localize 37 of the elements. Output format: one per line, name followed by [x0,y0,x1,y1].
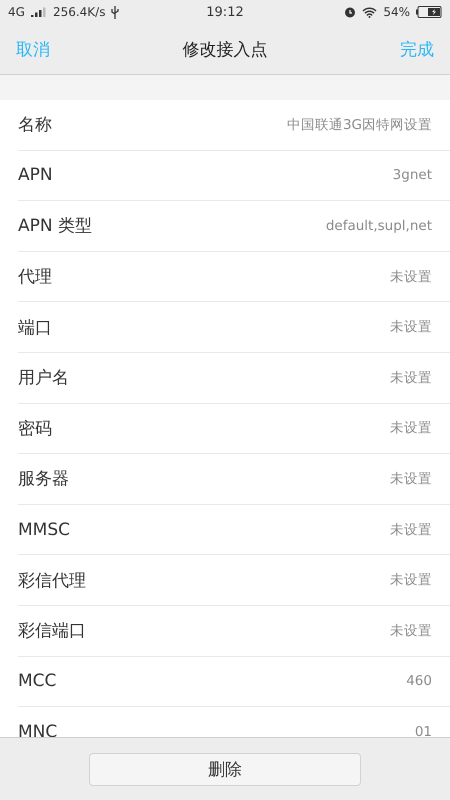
setting-label[interactable]: APN [18,165,53,186]
setting-label[interactable]: 服务器 [18,467,69,490]
setting-label[interactable]: 端口 [18,316,52,339]
network-speed: 256.4K/s [52,5,106,19]
setting-value: 未设置 [390,571,432,590]
setting-value: 未设置 [390,318,432,336]
clock-time: 19:12 [205,4,245,20]
setting-value: 未设置 [390,520,432,539]
setting-value: 未设置 [390,419,432,438]
setting-label[interactable]: 代理 [18,265,52,288]
wifi-icon [362,6,378,18]
alarm-icon [344,6,356,18]
delete-button[interactable]: 删除 [89,752,361,786]
usb-icon [111,6,120,18]
setting-value: 未设置 [390,368,432,387]
setting-label[interactable]: APN 类型 [18,214,92,238]
setting-value: 未设置 [390,470,432,488]
setting-label[interactable]: 密码 [18,416,52,440]
setting-label[interactable]: 名称 [18,113,52,136]
setting-label[interactable]: MCC [18,671,56,692]
setting-value: 中国联通3G因特网设置 [286,116,432,134]
setting-label[interactable]: MMSC [18,520,70,540]
setting-value: 未设置 [390,268,432,286]
network-type: 4G [8,5,25,19]
setting-value: 460 [406,673,432,690]
setting-value: 01 [414,724,432,737]
setting-label[interactable]: MNC [18,722,58,737]
setting-value: 未设置 [390,622,432,640]
setting-value: default,supl,net [326,218,432,234]
page-title: 修改接入点 [182,38,268,60]
battery-icon [416,6,442,18]
setting-label[interactable]: 用户名 [18,366,69,390]
setting-label[interactable]: 彩信代理 [18,568,86,592]
setting-value: 3gnet [392,167,432,184]
signal-icon [30,7,47,17]
battery-percent: 54% [383,5,410,19]
setting-label[interactable]: 彩信端口 [18,619,86,642]
